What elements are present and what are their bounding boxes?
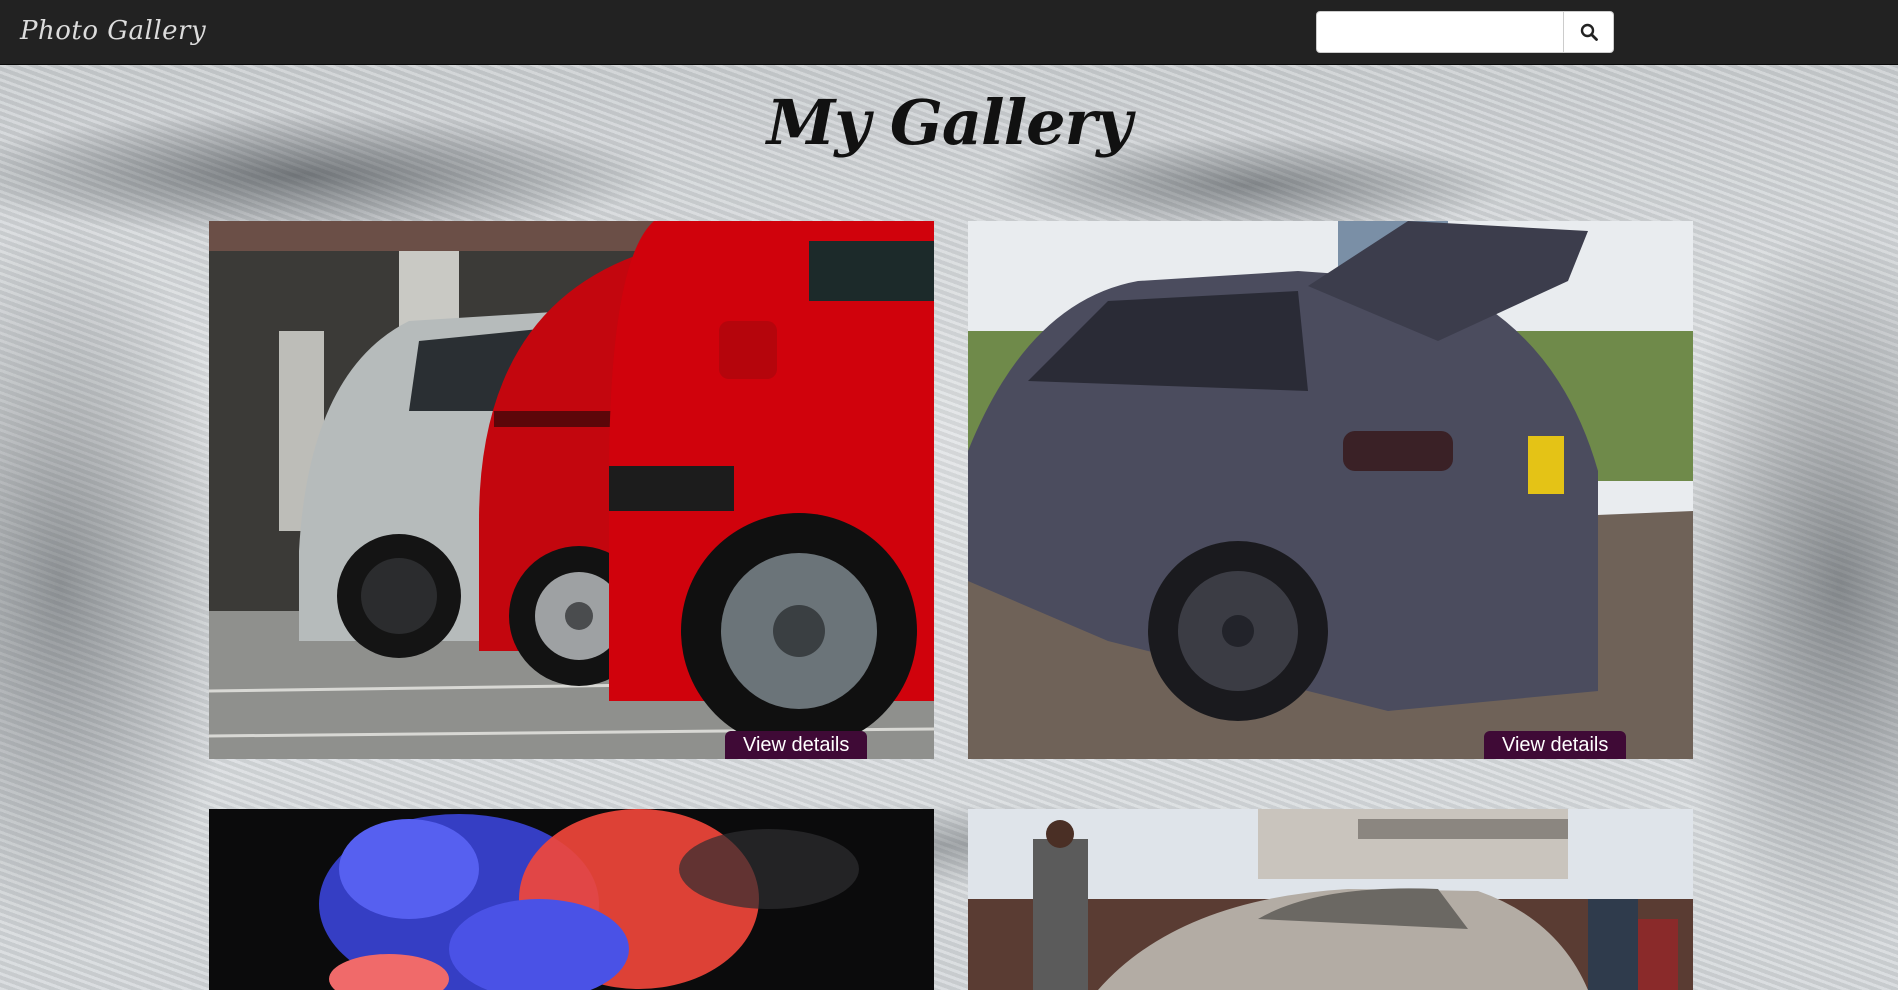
- gallery-card: [209, 809, 934, 990]
- search-form: [1316, 11, 1614, 53]
- gallery-image[interactable]: [209, 221, 934, 759]
- search-button[interactable]: [1564, 11, 1614, 53]
- gallery-image[interactable]: [209, 809, 934, 990]
- brand-logo[interactable]: Photo Gallery: [20, 16, 206, 46]
- top-navbar: Photo Gallery: [0, 0, 1898, 65]
- gallery-image[interactable]: [968, 809, 1693, 990]
- gallery-card: View details: [968, 221, 1693, 759]
- search-icon: [1580, 23, 1598, 41]
- page-title: My Gallery: [766, 86, 1133, 159]
- gallery-card: [968, 809, 1693, 990]
- gallery-image[interactable]: [968, 221, 1693, 759]
- view-details-button[interactable]: View details: [725, 731, 868, 759]
- view-details-button[interactable]: View details: [1484, 731, 1627, 759]
- search-input[interactable]: [1316, 11, 1564, 53]
- gallery-card: View details: [209, 221, 934, 759]
